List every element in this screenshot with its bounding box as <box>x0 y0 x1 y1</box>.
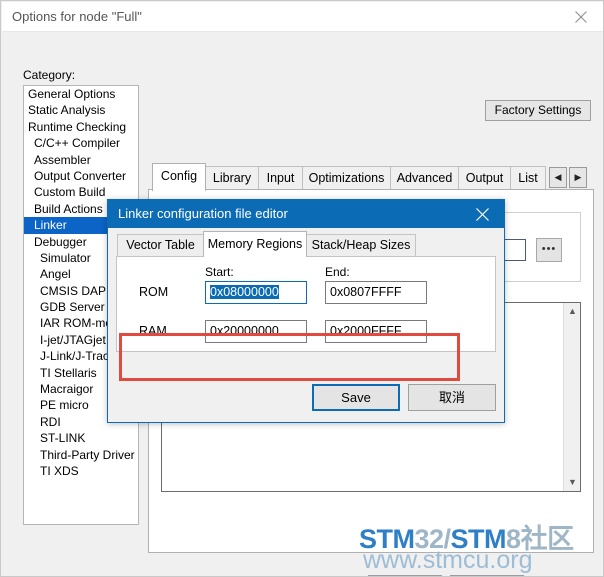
category-item-third-party-driver[interactable]: Third-Party Driver <box>24 447 138 463</box>
factory-settings-button[interactable]: Factory Settings <box>485 100 591 121</box>
scroll-down-icon[interactable]: ▼ <box>564 474 581 491</box>
tab-config[interactable]: Config <box>152 163 206 191</box>
start-column-label: Start: <box>205 265 234 279</box>
category-label: Category: <box>23 68 76 82</box>
dialog-body: Vector Table Memory Regions Stack/Heap Siz… <box>108 228 504 422</box>
dialog-tab-memory-regions[interactable]: Memory Regions <box>203 231 307 257</box>
tab-list[interactable]: List <box>510 166 546 190</box>
dialog-title: Linker configuration file editor <box>118 206 288 221</box>
rom-start-input[interactable]: 0x08000000 <box>205 281 307 304</box>
linker-config-editor-dialog: Linker configuration file editor Vector … <box>107 199 505 423</box>
dialog-cancel-button[interactable]: 取消 <box>408 384 496 411</box>
tab-scroll-left-icon[interactable]: ◀ <box>549 167 567 188</box>
category-item-output-converter[interactable]: Output Converter <box>24 168 138 184</box>
category-item-assembler[interactable]: Assembler <box>24 152 138 168</box>
category-item-general-options[interactable]: General Options <box>24 86 138 102</box>
tab-strip: Config Library Input Optimizations Advanced O… <box>148 163 594 191</box>
tab-input[interactable]: Input <box>258 166 303 190</box>
scroll-up-icon[interactable]: ▲ <box>564 303 581 320</box>
tab-library[interactable]: Library <box>205 166 259 190</box>
vertical-scrollbar[interactable]: ▲ ▼ <box>563 303 580 491</box>
memory-regions-panel: Start: End: ROM 0x08000000 0x0807FFFF RAM 0x20… <box>116 256 496 352</box>
close-icon[interactable] <box>560 2 603 31</box>
dialog-titlebar: Linker configuration file editor <box>108 200 504 228</box>
browse-button[interactable]: ••• <box>536 238 562 262</box>
category-item-c-c-compiler[interactable]: C/C++ Compiler <box>24 135 138 151</box>
category-item-ti-xds[interactable]: TI XDS <box>24 463 138 479</box>
category-item-static-analysis[interactable]: Static Analysis <box>24 102 138 118</box>
tab-advanced[interactable]: Advanced <box>390 166 459 190</box>
window-title: Options for node "Full" <box>12 9 142 24</box>
ram-end-input[interactable]: 0x2000FFFF <box>325 320 427 343</box>
category-item-runtime-checking[interactable]: Runtime Checking <box>24 119 138 135</box>
window-titlebar: Options for node "Full" <box>2 2 603 32</box>
dialog-tab-stack-heap-sizes[interactable]: Stack/Heap Sizes <box>306 234 416 257</box>
rom-start-value: 0x08000000 <box>210 285 279 299</box>
tab-scroll-right-icon[interactable]: ▶ <box>569 167 587 188</box>
dialog-close-icon[interactable] <box>462 200 504 228</box>
rom-end-input[interactable]: 0x0807FFFF <box>325 281 427 304</box>
options-window: Options for node "Full" Category: Genera… <box>0 0 604 577</box>
tab-optimizations[interactable]: Optimizations <box>302 166 391 190</box>
category-item-st-link[interactable]: ST-LINK <box>24 430 138 446</box>
save-button[interactable]: Save <box>312 384 400 411</box>
ram-start-input[interactable]: 0x20000000 <box>205 320 307 343</box>
memory-row-label-rom: ROM <box>139 285 169 299</box>
dialog-tab-vector-table[interactable]: Vector Table <box>117 234 204 257</box>
tab-output[interactable]: Output <box>458 166 511 190</box>
memory-row-label-ram: RAM <box>139 324 167 338</box>
end-column-label: End: <box>325 265 350 279</box>
